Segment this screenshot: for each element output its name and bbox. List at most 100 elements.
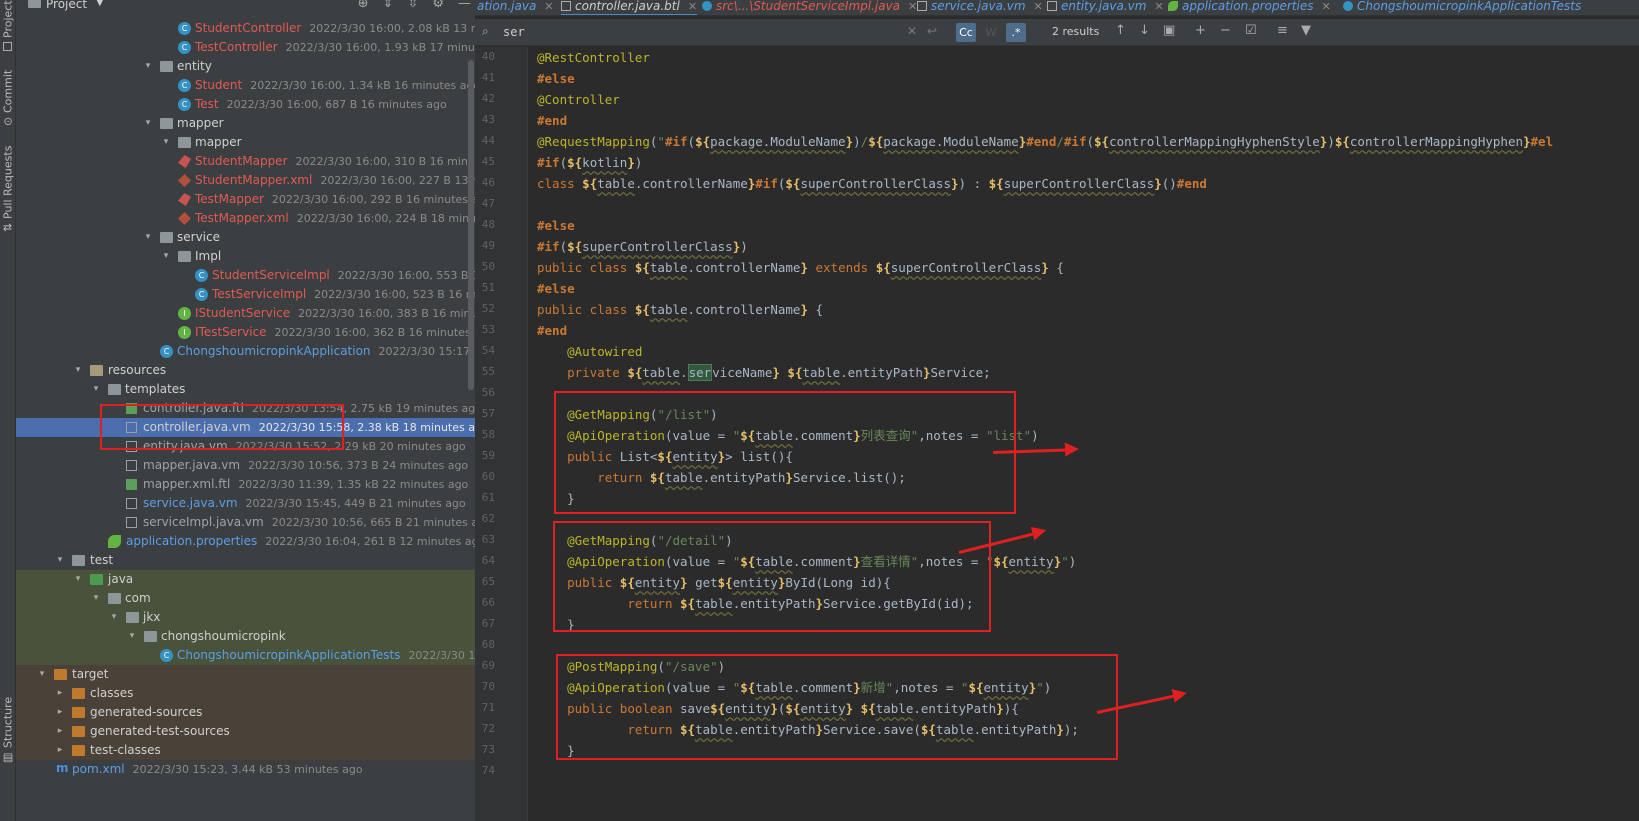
chevron-down-icon[interactable]: ▾ [160, 133, 172, 152]
project-tool-tab[interactable]: Project [0, 0, 16, 52]
chevron-down-icon[interactable]: ▾ [90, 380, 102, 399]
chevron-down-icon[interactable]: ▾ [142, 57, 154, 76]
editor-tab[interactable]: src\...\StudentServiceImpl.java ✕ [702, 0, 917, 15]
tree-item[interactable]: ▾ test [16, 551, 475, 570]
open-in-window-icon[interactable]: ▣ [1163, 23, 1175, 38]
tree-item[interactable]: C StudentController 2022/3/30 16:00, 2.08… [16, 19, 475, 38]
hide-panel-icon[interactable]: — [458, 0, 471, 11]
chevron-down-icon[interactable]: ▾ [160, 247, 172, 266]
tree-item[interactable]: serviceImpl.java.vm 2022/3/30 10:56, 665 … [16, 513, 475, 532]
tree-item[interactable]: ▾ java [16, 570, 475, 589]
class-icon: C [178, 41, 191, 54]
project-scrollbar[interactable] [468, 60, 474, 390]
commit-tool-tab[interactable]: ⊙ Commit [0, 68, 16, 128]
tree-item[interactable]: C Student 2022/3/30 16:00, 1.34 kB 16 min… [16, 76, 475, 95]
folder-icon [160, 118, 173, 129]
editor-tab[interactable]: service.java.vm ✕ [917, 0, 1043, 15]
tree-item[interactable]: ▾ mapper [16, 133, 475, 152]
tree-item[interactable]: StudentMapper.xml 2022/3/30 16:00, 227 B … [16, 171, 475, 190]
tree-item[interactable]: ▾ Impl [16, 247, 475, 266]
chevron-down-icon[interactable]: ▾ [142, 228, 154, 247]
arrow-down-icon[interactable]: ↓ [1139, 23, 1150, 38]
chevron-down-icon[interactable]: ▾ [72, 361, 84, 380]
chevron-down-icon[interactable]: ▾ [126, 627, 138, 646]
tree-item[interactable]: C Test 2022/3/30 16:00, 687 B 16 minutes … [16, 95, 475, 114]
filter-icon[interactable]: ▼ [1301, 23, 1311, 38]
chevron-down-icon[interactable]: ▾ [36, 665, 48, 684]
collapse-all-icon[interactable]: ⇳ [407, 0, 418, 11]
history-icon[interactable]: ↩ [927, 24, 937, 38]
mybatis-icon [178, 155, 191, 168]
tree-item[interactable]: ▾ service [16, 228, 475, 247]
tree-item[interactable]: ▾ com [16, 589, 475, 608]
tree-item[interactable]: ▸ classes [16, 684, 475, 703]
filter-search-icon[interactable]: ≡ [1277, 23, 1288, 38]
tree-item[interactable]: ▾ chongshoumicropink [16, 627, 475, 646]
clear-icon[interactable]: ✕ [907, 24, 917, 38]
tree-item[interactable]: mapper.xml.ftl 2022/3/30 11:39, 1.35 kB 2… [16, 475, 475, 494]
tree-item[interactable]: m pom.xml 2022/3/30 15:23, 3.44 kB 53 min… [16, 760, 475, 779]
chevron-down-icon[interactable]: ▾ [54, 551, 66, 570]
structure-tool-tab[interactable]: ▤ Structure [0, 697, 16, 765]
chevron-right-icon[interactable]: ▸ [54, 741, 66, 760]
search-icon[interactable]: ⌕ [482, 24, 489, 39]
arrow-up-icon[interactable]: ↑ [1115, 23, 1126, 38]
editor-tab[interactable]: ation.java ✕ [477, 0, 554, 15]
match-case-toggle[interactable]: Cc [956, 23, 976, 42]
close-icon[interactable]: ✕ [1034, 0, 1043, 13]
chevron-right-icon[interactable]: ▸ [54, 703, 66, 722]
tree-item[interactable]: application.properties 2022/3/30 16:04, 2… [16, 532, 475, 551]
class-icon: C [178, 22, 191, 35]
editor-tab[interactable]: ChongshoumicropinkApplicationTests [1343, 0, 1581, 15]
locate-file-icon[interactable]: ⊕ [358, 0, 369, 11]
tree-item[interactable]: ▸ generated-test-sources [16, 722, 475, 741]
gear-icon[interactable]: ⚙ [432, 0, 444, 11]
expand-all-icon[interactable]: ⇕ [383, 0, 394, 11]
spring-leaf-icon [1168, 1, 1178, 11]
tree-item[interactable]: ▸ generated-sources [16, 703, 475, 722]
close-icon[interactable]: ✕ [1322, 0, 1331, 13]
chevron-down-icon[interactable]: ▾ [90, 589, 102, 608]
close-icon[interactable]: ✕ [544, 0, 553, 13]
chevron-down-icon[interactable]: ▼ [96, 0, 104, 8]
tree-item[interactable]: TestMapper.xml 2022/3/30 16:00, 224 B 18 … [16, 209, 475, 228]
project-panel-title[interactable]: Project [46, 0, 87, 11]
tool-window-strip: Project ⊙ Commit ⇅ Pull Requests ▤ Struc… [0, 0, 16, 821]
tree-item[interactable]: mapper.java.vm 2022/3/30 10:56, 373 B 24 … [16, 456, 475, 475]
chevron-right-icon[interactable]: ▸ [54, 684, 66, 703]
editor-tab[interactable]: entity.java.vm ✕ [1047, 0, 1164, 15]
pull-requests-tool-tab[interactable]: ⇅ Pull Requests [0, 145, 16, 233]
add-occurrence-icon[interactable]: + [1195, 23, 1206, 38]
close-icon[interactable]: ✕ [688, 0, 697, 13]
chevron-right-icon[interactable]: ▸ [54, 722, 66, 741]
tree-item[interactable]: ▸ test-classes [16, 741, 475, 760]
tree-item[interactable]: C TestController 2022/3/30 16:00, 1.93 kB… [16, 38, 475, 57]
tree-item[interactable]: service.java.vm 2022/3/30 15:45, 449 B 21… [16, 494, 475, 513]
close-icon[interactable]: ✕ [908, 0, 917, 13]
tree-item[interactable]: I ITestService 2022/3/30 16:00, 362 B 16 … [16, 323, 475, 342]
tree-item[interactable]: I IStudentService 2022/3/30 16:00, 383 B … [16, 304, 475, 323]
tree-item[interactable]: TestMapper 2022/3/30 16:00, 292 B 16 minu… [16, 190, 475, 209]
chevron-down-icon[interactable]: ▾ [108, 608, 120, 627]
chevron-down-icon[interactable]: ▾ [142, 114, 154, 133]
search-input[interactable]: ser [503, 25, 525, 39]
select-all-occurrences-icon[interactable]: ☑ [1245, 23, 1257, 38]
tree-item[interactable]: ▾ templates [16, 380, 475, 399]
chevron-down-icon[interactable]: ▾ [72, 570, 84, 589]
tree-item[interactable]: C StudentServiceImpl 2022/3/30 16:00, 553… [16, 266, 475, 285]
tree-item[interactable]: ▾ target [16, 665, 475, 684]
regex-toggle[interactable]: .* [1006, 23, 1026, 42]
editor-tab-active[interactable]: controller.java.btl ✕ [561, 0, 698, 15]
tree-item[interactable]: C ChongshoumicropinkApplicationTests 2022… [16, 646, 475, 665]
close-icon[interactable]: ✕ [1154, 0, 1163, 13]
tree-item[interactable]: ▾ jkx [16, 608, 475, 627]
words-toggle[interactable]: W [981, 23, 1001, 42]
tree-item[interactable]: StudentMapper 2022/3/30 16:00, 310 B 16 m… [16, 152, 475, 171]
editor-tab[interactable]: application.properties ✕ [1168, 0, 1331, 15]
tree-item[interactable]: C ChongshoumicropinkApplication 2022/3/30… [16, 342, 475, 361]
tree-item[interactable]: C TestServiceImpl 2022/3/30 16:00, 523 B … [16, 285, 475, 304]
tree-item[interactable]: ▾ mapper [16, 114, 475, 133]
remove-occurrence-icon[interactable]: − [1220, 23, 1231, 38]
tree-item[interactable]: ▾ entity [16, 57, 475, 76]
tree-item[interactable]: ▾ resources [16, 361, 475, 380]
